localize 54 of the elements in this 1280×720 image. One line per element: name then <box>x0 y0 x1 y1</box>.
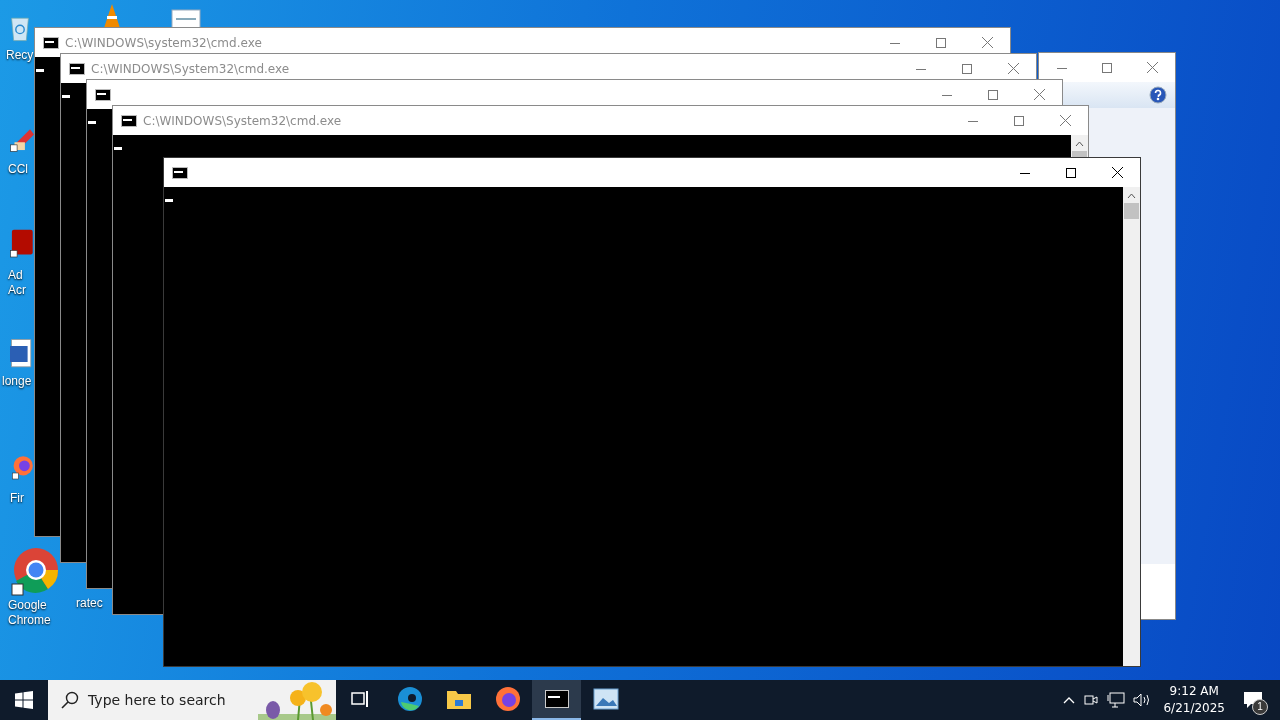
scrollbar-thumb[interactable] <box>1124 203 1139 219</box>
window-title: C:\WINDOWS\System32\cmd.exe <box>143 113 342 128</box>
task-view-icon <box>350 690 371 708</box>
date-text: 6/21/2025 <box>1163 700 1225 717</box>
volume-icon <box>1133 692 1152 708</box>
notifications-button[interactable]: 1 <box>1233 680 1273 720</box>
search-icon <box>60 690 80 710</box>
window-title: C:\WINDOWS\System32\cmd.exe <box>91 61 290 76</box>
network-icon <box>1107 692 1126 708</box>
window-title: C:\WINDOWS\system32\cmd.exe <box>65 35 262 50</box>
photo-viewer-icon <box>592 688 619 710</box>
icon-label: CCl <box>8 162 28 177</box>
close-icon <box>981 37 993 48</box>
close-icon <box>1059 115 1071 126</box>
help-icon[interactable] <box>1149 86 1167 104</box>
icon-label: Ad <box>8 268 23 283</box>
folder-icon <box>445 688 472 710</box>
maximize-icon <box>988 89 998 100</box>
maximize-icon <box>1066 167 1076 178</box>
close-icon <box>1007 63 1019 74</box>
search-field[interactable]: Type here to search <box>48 680 336 720</box>
icon-label: Recy <box>6 48 34 63</box>
icon-label: Google <box>8 598 47 613</box>
scroll-up-icon <box>1127 191 1136 201</box>
windows-logo-icon <box>15 691 33 709</box>
chrome-shortcut-icon <box>8 546 60 598</box>
icon-label: ratec <box>76 596 103 611</box>
scroll-up-icon <box>1075 139 1084 149</box>
maximize-icon <box>1014 115 1024 126</box>
camera-icon <box>1083 692 1100 708</box>
maximize-icon <box>962 63 972 74</box>
time-text: 9:12 AM <box>1169 683 1219 700</box>
console-icon <box>172 166 188 179</box>
console-icon <box>544 690 569 708</box>
edge-icon <box>396 686 423 712</box>
maximize-icon <box>936 37 946 48</box>
console-icon <box>121 114 137 127</box>
maximize-icon <box>1102 62 1112 73</box>
console-icon <box>95 88 111 101</box>
scrollbar[interactable] <box>1123 187 1140 666</box>
icon-label: Acr <box>8 283 26 298</box>
notification-count: 1 <box>1252 699 1268 715</box>
console-icon <box>43 36 59 49</box>
icon-label: Fir <box>10 491 24 506</box>
close-icon <box>1146 62 1158 73</box>
close-icon <box>1033 89 1045 100</box>
taskbar-app-button[interactable] <box>532 680 581 720</box>
chevron-up-icon <box>1063 696 1076 704</box>
clock[interactable]: 9:12 AM 6/21/2025 <box>1155 683 1233 717</box>
close-icon <box>1111 167 1123 178</box>
icon-label: Chrome <box>8 613 51 628</box>
firefox-icon <box>494 686 521 712</box>
icon-label: longe <box>2 374 32 389</box>
console-icon <box>69 62 85 75</box>
